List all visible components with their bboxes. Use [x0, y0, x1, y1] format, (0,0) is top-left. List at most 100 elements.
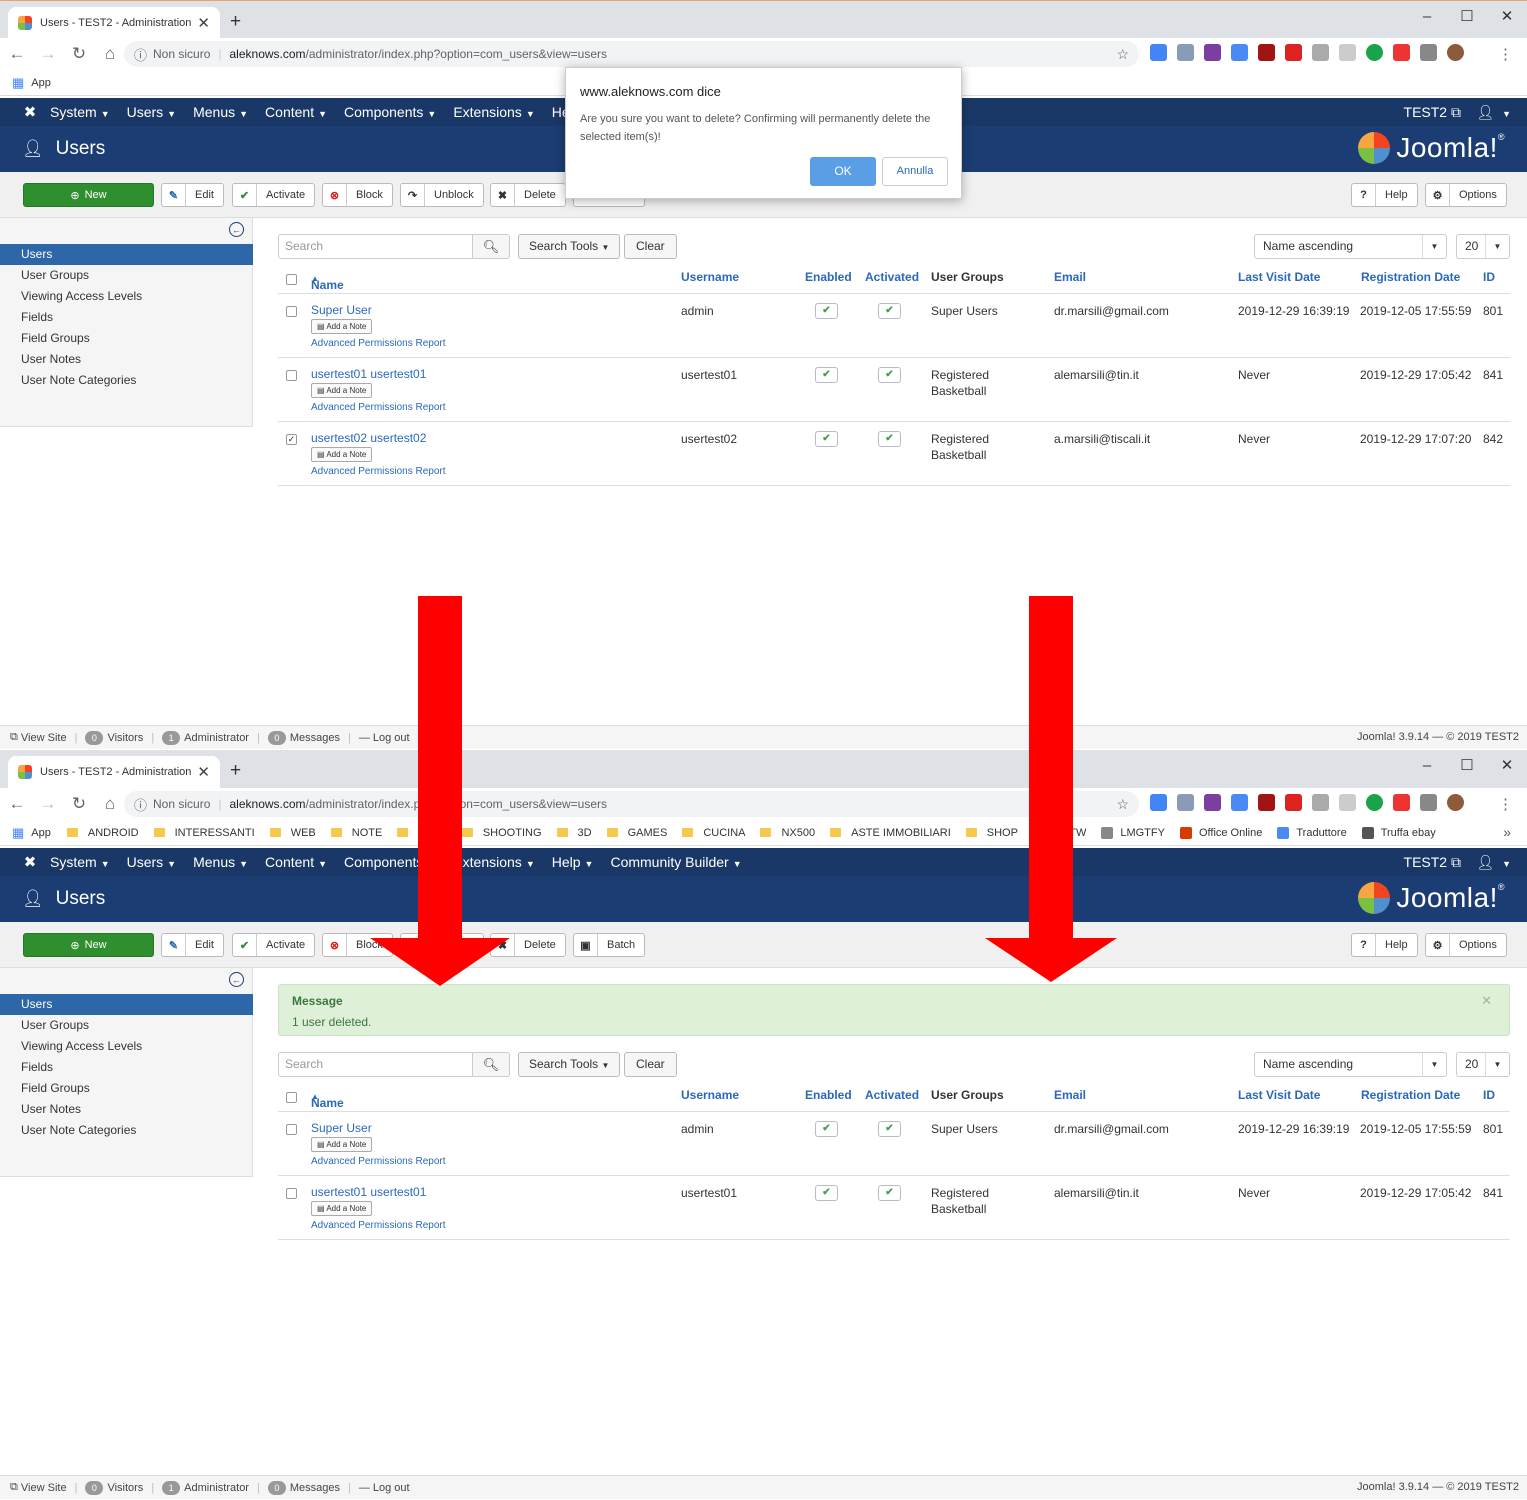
view-site-link[interactable]: ⧉ View Site	[10, 731, 67, 744]
forward-icon[interactable]: →	[34, 794, 62, 814]
minimize-icon[interactable]: –	[1407, 1, 1447, 31]
close-window-icon[interactable]: ✕	[1487, 750, 1527, 780]
column-username[interactable]: Username	[681, 1088, 739, 1102]
row-checkbox[interactable]	[286, 1188, 297, 1199]
search-button[interactable]: 🔍︎	[472, 1052, 510, 1077]
enabled-toggle[interactable]: ✔	[815, 431, 838, 447]
clear-button[interactable]: Clear	[624, 234, 677, 259]
column-email[interactable]: Email	[1054, 1088, 1086, 1102]
column-name[interactable]: Name ▲	[311, 270, 344, 292]
search-tools-button[interactable]: Search Tools ▼	[518, 1052, 621, 1077]
green-dot-extension-icon[interactable]	[1366, 794, 1383, 811]
advanced-permissions-link[interactable]: Advanced Permissions Report	[311, 1156, 446, 1167]
search-tools-button[interactable]: Search Tools ▼	[518, 234, 621, 259]
browser-menu-icon[interactable]: ⋮	[1498, 795, 1513, 813]
sort-select[interactable]: Name ascending ▼	[1254, 1052, 1447, 1077]
select-all-checkbox[interactable]	[286, 274, 297, 285]
bookmark-item[interactable]: Truffa ebay	[1361, 826, 1436, 839]
ublock-icon[interactable]	[1258, 794, 1275, 811]
add-note-button[interactable]: ▤ Add a Note	[311, 383, 373, 398]
new-button[interactable]: ⊕ New	[23, 183, 154, 207]
user-name-link[interactable]: Super User	[311, 1121, 372, 1135]
home-icon[interactable]: ⌂	[96, 794, 124, 814]
activate-button[interactable]: ✔ Activate	[232, 183, 316, 207]
browser-menu-icon[interactable]: ⋮	[1498, 45, 1513, 63]
unblock-button[interactable]: ↷ Unblock	[400, 183, 484, 207]
sidebar-item-users[interactable]: Users	[0, 994, 253, 1015]
menu-users[interactable]: Users ▼	[127, 854, 176, 870]
add-note-button[interactable]: ▤ Add a Note	[311, 319, 373, 334]
address-bar[interactable]: ⓘ Non sicuro | aleknows.com/administrato…	[124, 41, 1139, 67]
extension-icon[interactable]	[1150, 794, 1167, 811]
add-note-button[interactable]: ▤ Add a Note	[311, 447, 373, 462]
advanced-permissions-link[interactable]: Advanced Permissions Report	[311, 402, 446, 413]
options-button[interactable]: ⚙ Options	[1425, 183, 1507, 207]
sidebar-item-note-categories[interactable]: User Note Categories	[0, 370, 253, 391]
battery-extension-icon[interactable]	[1339, 44, 1356, 61]
column-enabled[interactable]: Enabled	[805, 270, 852, 284]
activated-toggle[interactable]: ✔	[878, 367, 901, 383]
translate-icon[interactable]	[1231, 44, 1248, 61]
onenote-icon[interactable]	[1204, 44, 1221, 61]
activate-button[interactable]: ✔ Activate	[232, 933, 316, 957]
close-message-icon[interactable]: ✕	[1481, 993, 1492, 1009]
off-extension-icon[interactable]	[1393, 44, 1410, 61]
row-checkbox[interactable]: ✓	[286, 434, 297, 445]
column-name[interactable]: Name ▲	[311, 1088, 344, 1110]
logout-link[interactable]: — Log out	[359, 1482, 410, 1494]
bookmark-item[interactable]: CUCINA	[682, 827, 745, 839]
battery-extension-icon[interactable]	[1339, 794, 1356, 811]
bookmark-item[interactable]: Office Online	[1179, 826, 1262, 839]
options-button[interactable]: ⚙ Options	[1425, 933, 1507, 957]
activated-toggle[interactable]: ✔	[878, 303, 901, 319]
search-button[interactable]: 🔍︎	[472, 234, 510, 259]
limit-select[interactable]: 20 ▼	[1456, 1052, 1510, 1077]
browser-tab[interactable]: Users - TEST2 - Administration ✕	[8, 7, 220, 39]
reading-list-icon[interactable]	[1420, 44, 1437, 61]
sidebar-toggle-icon[interactable]: ←	[229, 972, 244, 987]
maximize-icon[interactable]: ☐	[1447, 750, 1487, 780]
column-id[interactable]: ID	[1483, 270, 1495, 284]
dialog-ok-button[interactable]: OK	[810, 157, 876, 186]
bookmarks-overflow-icon[interactable]: »	[1503, 824, 1511, 840]
column-enabled[interactable]: Enabled	[805, 1088, 852, 1102]
column-last-visit[interactable]: Last Visit Date	[1238, 270, 1320, 284]
view-site-link[interactable]: ⧉ View Site	[10, 1481, 67, 1494]
bookmark-star-icon[interactable]: ☆	[1116, 796, 1129, 813]
dialog-cancel-button[interactable]: Annulla	[882, 157, 948, 186]
delete-button[interactable]: ✖ Delete	[490, 183, 566, 207]
browser-tab[interactable]: Users - TEST2 - Administration ✕	[8, 756, 220, 788]
batch-button[interactable]: ▣ Batch	[573, 933, 646, 957]
sort-select[interactable]: Name ascending ▼	[1254, 234, 1447, 259]
close-tab-icon[interactable]: ✕	[197, 14, 210, 32]
add-note-button[interactable]: ▤ Add a Note	[311, 1201, 373, 1216]
translate-icon[interactable]	[1231, 794, 1248, 811]
new-tab-button[interactable]: +	[230, 11, 241, 33]
shield-extension-icon[interactable]	[1312, 794, 1329, 811]
bookmark-item[interactable]: INTERESSANTI	[153, 827, 255, 839]
sidebar-item-user-groups[interactable]: User Groups	[0, 265, 253, 286]
sidebar-item-users[interactable]: Users	[0, 244, 253, 265]
off-extension-icon[interactable]	[1393, 794, 1410, 811]
enabled-toggle[interactable]: ✔	[815, 1121, 838, 1137]
profile-avatar[interactable]	[1447, 44, 1464, 61]
download-extension-icon[interactable]	[1177, 44, 1194, 61]
site-link[interactable]: TEST2 ⧉	[1404, 104, 1461, 121]
download-extension-icon[interactable]	[1177, 794, 1194, 811]
ublock-icon[interactable]	[1258, 44, 1275, 61]
enabled-toggle[interactable]: ✔	[815, 303, 838, 319]
onenote-icon[interactable]	[1204, 794, 1221, 811]
column-last-visit[interactable]: Last Visit Date	[1238, 1088, 1320, 1102]
row-checkbox[interactable]	[286, 306, 297, 317]
menu-content[interactable]: Content ▼	[265, 104, 327, 120]
info-icon[interactable]: ⓘ	[134, 795, 147, 814]
sidebar-toggle-icon[interactable]: ←	[229, 222, 244, 237]
row-checkbox[interactable]	[286, 1124, 297, 1135]
search-input[interactable]: Search	[278, 1052, 473, 1077]
user-name-link[interactable]: Super User	[311, 303, 372, 317]
apps-grid-icon[interactable]: ▦	[12, 75, 24, 91]
info-icon[interactable]: ⓘ	[134, 45, 147, 64]
advanced-permissions-link[interactable]: Advanced Permissions Report	[311, 338, 446, 349]
shield-extension-icon[interactable]	[1312, 44, 1329, 61]
bookmark-item[interactable]: WEB	[269, 827, 316, 839]
